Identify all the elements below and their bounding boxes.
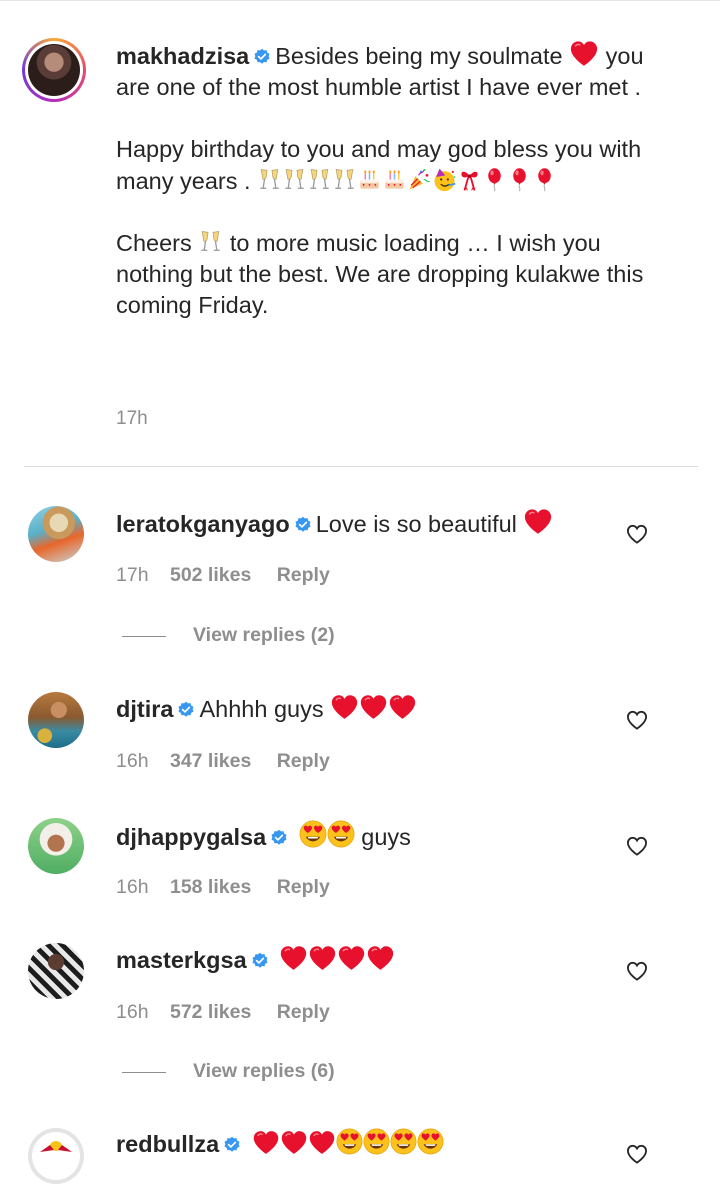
caption-emoji-row [257, 168, 557, 194]
comment-text: Love is so beautiful [315, 511, 517, 537]
red-heart-emoji [388, 694, 417, 720]
caption-username[interactable]: makhadzisa [116, 43, 249, 69]
comment-meta: 17h 502 likes Reply [116, 564, 330, 587]
heart-eyes-emoji [417, 1128, 444, 1155]
heart-icon[interactable] [626, 836, 648, 856]
red-heart-emoji [523, 508, 553, 535]
view-replies-button[interactable]: View replies (6) [193, 1060, 335, 1083]
view-replies[interactable]: View replies (2) [0, 622, 720, 652]
clinking-glasses-emoji [282, 167, 307, 192]
heart-icon[interactable] [626, 710, 648, 730]
balloon-emoji [482, 167, 507, 192]
comment-item: leratokganyago Love is so beautiful 17h 5… [0, 506, 720, 596]
red-heart-emoji [279, 945, 308, 971]
comment-username[interactable]: redbullza [116, 1131, 219, 1157]
comment-meta: 16h 572 likes Reply [116, 1001, 330, 1024]
heart-eyes-emoji [390, 1128, 417, 1155]
verified-badge-icon [251, 952, 269, 970]
red-heart-emoji [252, 1130, 280, 1155]
heart-icon[interactable] [626, 961, 648, 981]
red-heart-emoji [337, 945, 366, 971]
comment-timestamp: 17h [116, 564, 149, 586]
clinking-glasses-emoji [257, 167, 282, 192]
comment-item: redbullza [0, 1128, 720, 1184]
partying-face-emoji [432, 167, 457, 192]
clinking-glasses-emoji [307, 167, 332, 192]
reply-button[interactable]: Reply [277, 876, 330, 898]
balloon-emoji [507, 167, 532, 192]
view-replies[interactable]: View replies (6) [0, 1058, 720, 1088]
birthday-cake-emoji [357, 167, 382, 192]
caption-divider [24, 466, 698, 467]
likes-count[interactable]: 502 likes [170, 564, 251, 586]
birthday-cake-emoji [382, 167, 407, 192]
red-heart-emoji [308, 945, 337, 971]
comment-meta: 16h 158 likes Reply [116, 876, 330, 899]
caption-line-4b: to more music loading … I wish you nothi… [116, 229, 644, 319]
reply-button[interactable]: Reply [277, 750, 330, 772]
comment-username[interactable]: leratokganyago [116, 511, 290, 537]
comment-item: masterkgsa 16h 572 likes Reply [0, 943, 720, 1033]
red-heart-emoji [569, 40, 599, 67]
comment-text: guys [361, 824, 411, 850]
red-heart-emoji [308, 1130, 336, 1155]
avatar[interactable] [28, 506, 84, 562]
ribbon-emoji [457, 167, 482, 192]
caption-line-4a: Cheers [116, 229, 192, 256]
comment-username[interactable]: djtira [116, 696, 173, 722]
heart-eyes-emoji [327, 820, 355, 848]
red-heart-emoji [359, 694, 388, 720]
clinking-glasses-emoji [198, 229, 223, 254]
balloon-emoji [532, 167, 557, 192]
red-heart-emoji [330, 694, 359, 720]
comment-meta: 16h 347 likes Reply [116, 750, 330, 773]
caption-line-1: Besides being my soulmate [275, 43, 563, 69]
verified-badge-icon [253, 48, 271, 66]
likes-count[interactable]: 347 likes [170, 750, 251, 772]
heart-eyes-emoji [299, 820, 327, 848]
caption-timestamp: 17h [116, 408, 148, 429]
clinking-glasses-emoji [332, 167, 357, 192]
view-replies-button[interactable]: View replies (2) [193, 624, 335, 647]
comment-timestamp: 16h [116, 750, 149, 772]
avatar [28, 44, 80, 96]
party-popper-emoji [407, 167, 432, 192]
red-heart-emoji [366, 945, 395, 971]
comment-timestamp: 16h [116, 1001, 149, 1023]
verified-badge-icon [294, 516, 312, 534]
red-bull-logo [40, 1141, 72, 1152]
avatar[interactable] [28, 1128, 84, 1184]
comment-username[interactable]: masterkgsa [116, 947, 247, 973]
caption-text: makhadzisa Besides being my soulmate you … [116, 40, 656, 321]
verified-badge-icon [177, 701, 195, 719]
heart-icon[interactable] [626, 524, 648, 544]
post-caption: makhadzisa Besides being my soulmate you … [0, 0, 720, 466]
heart-eyes-emoji [336, 1128, 363, 1155]
verified-badge-icon [223, 1136, 241, 1154]
red-heart-emoji [280, 1130, 308, 1155]
avatar[interactable] [28, 818, 84, 874]
likes-count[interactable]: 158 likes [170, 876, 251, 898]
avatar[interactable] [28, 692, 84, 748]
heart-eyes-emoji [363, 1128, 390, 1155]
comment-text: Ahhhh guys [199, 696, 324, 722]
heart-icon[interactable] [626, 1144, 648, 1164]
avatar-story-ring[interactable] [22, 38, 86, 102]
avatar[interactable] [28, 943, 84, 999]
comment-item: djtira Ahhhh guys 16h 347 likes Reply [0, 692, 720, 782]
comment-timestamp: 16h [116, 876, 149, 898]
verified-badge-icon [270, 829, 288, 847]
comment-item: djhappygalsa guys 16h 158 likes Reply [0, 818, 720, 908]
reply-button[interactable]: Reply [277, 564, 330, 586]
view-replies-rule [122, 1072, 166, 1073]
view-replies-rule [122, 636, 166, 637]
comment-username[interactable]: djhappygalsa [116, 824, 266, 850]
likes-count[interactable]: 572 likes [170, 1001, 251, 1023]
reply-button[interactable]: Reply [277, 1001, 330, 1023]
